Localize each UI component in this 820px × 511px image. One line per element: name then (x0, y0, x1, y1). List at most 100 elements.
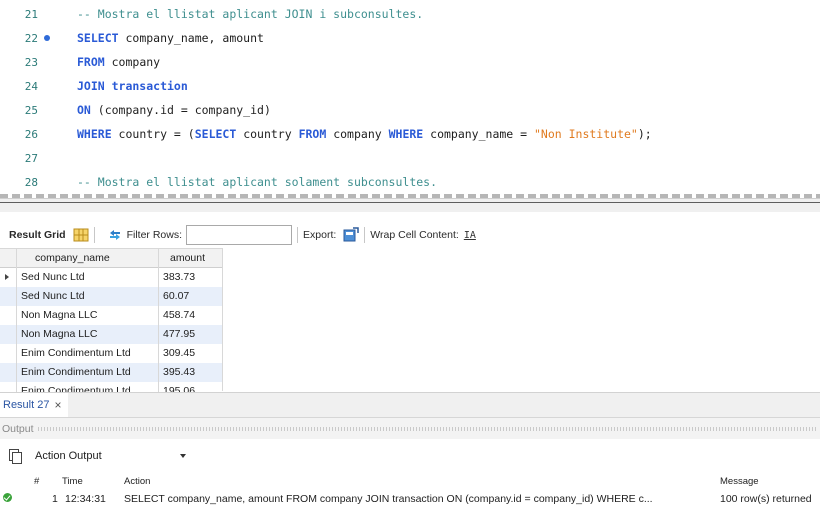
line-number: 23 (24, 55, 38, 69)
code-line[interactable]: 21 -- Mostra el llistat aplicant JOIN i s… (0, 4, 820, 24)
success-check-icon (3, 493, 12, 502)
cell-company-name[interactable]: Enim Condimentum Ltd (17, 344, 159, 363)
code-token: company (326, 127, 389, 141)
column-header-amount[interactable]: amount (159, 249, 222, 268)
breakpoint-dot-icon[interactable] (44, 35, 50, 41)
table-row[interactable]: Enim Condimentum Ltd 195.06 (0, 382, 222, 392)
cell-amount[interactable]: 477.95 (159, 325, 222, 344)
result-grid[interactable]: company_name amount Sed Nunc Ltd 383.73 Se… (0, 248, 222, 392)
code-text: JOIN transaction (77, 79, 188, 93)
row-marker (0, 249, 17, 268)
cell-amount[interactable]: 395.43 (159, 363, 222, 382)
line-number: 27 (24, 151, 38, 165)
table-row[interactable]: Sed Nunc Ltd 383.73 (0, 268, 222, 287)
row-marker[interactable] (0, 363, 17, 382)
copy-icon[interactable] (8, 449, 22, 464)
grid-header-row: company_name amount (0, 249, 222, 268)
table-row[interactable]: Sed Nunc Ltd 60.07 (0, 287, 222, 306)
grid-view-icon[interactable] (73, 227, 89, 243)
code-token: SELECT (77, 31, 119, 45)
line-number: 28 (24, 175, 38, 189)
output-drag-handle[interactable] (37, 426, 816, 431)
output-row-action: SELECT company_name, amount FROM company… (124, 493, 653, 505)
code-token: company_name = (423, 127, 534, 141)
output-row-message: 100 row(s) returned (720, 493, 812, 505)
panel-splitter[interactable] (0, 198, 820, 212)
code-token: country (236, 127, 299, 141)
export-icon[interactable] (343, 227, 360, 243)
result-grid-label: Result Grid (9, 229, 66, 241)
column-header-company-name[interactable]: company_name (17, 249, 159, 268)
result-toolbar: Result Grid Filter Rows: Export: Wrap Ce… (0, 222, 820, 248)
line-number: 24 (24, 79, 38, 93)
line-number: 22 (24, 31, 38, 45)
row-marker[interactable] (0, 268, 17, 287)
row-marker[interactable] (0, 306, 17, 325)
row-marker[interactable] (0, 325, 17, 344)
toolbar-separator (93, 227, 95, 243)
code-token: company_name, amount (118, 31, 264, 45)
cell-company-name[interactable]: Sed Nunc Ltd (17, 287, 159, 306)
output-label: Output (2, 422, 34, 435)
sql-editor[interactable]: 21 -- Mostra el llistat aplicant JOIN i s… (0, 0, 820, 196)
result-tab-label: Result 27 (3, 399, 50, 411)
code-token: (company.id = company_id) (90, 103, 271, 117)
cell-amount[interactable]: 195.06 (159, 382, 222, 392)
code-token: company (104, 55, 161, 69)
cell-amount[interactable]: 309.45 (159, 344, 222, 363)
output-toolbar: Action Output (0, 440, 820, 472)
code-text: ON (company.id = company_id) (77, 103, 271, 117)
code-line[interactable]: 23 FROM company (0, 52, 820, 72)
output-row[interactable]: 1 12:34:31 SELECT company_name, amount F… (0, 490, 820, 511)
cell-company-name[interactable]: Enim Condimentum Ltd (17, 382, 159, 392)
output-type-select[interactable]: Action Output (32, 446, 190, 466)
toolbar-separator (364, 227, 366, 243)
code-token: JOIN transaction (77, 79, 188, 93)
code-line[interactable]: 28 -- Mostra el llistat aplicant solament… (0, 172, 820, 192)
cell-amount[interactable]: 383.73 (159, 268, 222, 287)
code-token: country = ( (111, 127, 195, 141)
code-line[interactable]: 27 (0, 148, 820, 168)
code-line[interactable]: 24 JOIN transaction (0, 76, 820, 96)
cell-company-name[interactable]: Non Magna LLC (17, 306, 159, 325)
code-line[interactable]: 25 ON (company.id = company_id) (0, 100, 820, 120)
code-text: WHERE country = (SELECT country FROM com… (77, 127, 652, 141)
output-row-num: 1 (52, 493, 58, 505)
close-icon[interactable]: × (54, 398, 61, 412)
code-text: FROM company (77, 55, 160, 69)
row-marker[interactable] (0, 287, 17, 306)
table-row[interactable]: Non Magna LLC 458.74 (0, 306, 222, 325)
cell-amount[interactable]: 458.74 (159, 306, 222, 325)
code-token: FROM (77, 55, 105, 69)
code-token: SELECT (194, 127, 237, 141)
output-row-time: 12:34:31 (65, 493, 106, 505)
row-marker[interactable] (0, 344, 17, 363)
filter-rows-input[interactable] (186, 225, 293, 245)
code-line[interactable]: 26 WHERE country = (SELECT country FROM c… (0, 124, 820, 144)
code-token: WHERE (388, 127, 424, 141)
column-header-time: Time (62, 476, 83, 487)
tab-result-27[interactable]: Result 27 × (0, 393, 68, 417)
cell-company-name[interactable]: Non Magna LLC (17, 325, 159, 344)
code-token: "Non Institute" (534, 127, 638, 141)
output-table-header: # Time Action Message (0, 474, 820, 490)
code-text: SELECT company_name, amount (77, 31, 264, 45)
code-text: -- Mostra el llistat aplicant JOIN i sub… (77, 7, 423, 21)
table-row[interactable]: Enim Condimentum Ltd 395.43 (0, 363, 222, 382)
line-number: 21 (24, 7, 38, 21)
table-row[interactable]: Enim Condimentum Ltd 309.45 (0, 344, 222, 363)
row-marker[interactable] (0, 382, 17, 392)
cell-company-name[interactable]: Sed Nunc Ltd (17, 268, 159, 287)
code-token: ); (637, 127, 652, 141)
code-token: -- Mostra el llistat aplicant solament s… (77, 175, 438, 189)
code-line[interactable]: 22 SELECT company_name, amount (0, 28, 820, 48)
grid-edge (222, 248, 223, 391)
table-row[interactable]: Non Magna LLC 477.95 (0, 325, 222, 344)
filter-rows-label: Filter Rows: (126, 229, 183, 241)
refresh-filter-icon[interactable] (107, 227, 123, 243)
cell-amount[interactable]: 60.07 (159, 287, 222, 306)
wrap-cell-content-icon[interactable]: IA (464, 230, 476, 241)
cell-company-name[interactable]: Enim Condimentum Ltd (17, 363, 159, 382)
code-token: ON (77, 103, 91, 117)
column-header-action: Action (124, 476, 151, 487)
